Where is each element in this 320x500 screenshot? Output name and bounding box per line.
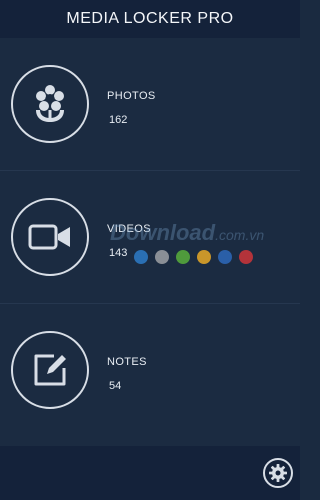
app-window: MEDIA LOCKER PRO PHOTOS 162 VIDEOS 143 N… [0, 0, 300, 500]
app-title: MEDIA LOCKER PRO [66, 10, 234, 27]
notes-label: NOTES [107, 356, 147, 368]
gear-icon [269, 464, 287, 482]
video-camera-icon [28, 224, 70, 250]
edit-note-icon [34, 354, 66, 386]
notes-count: 54 [109, 380, 122, 392]
photos-icon-button[interactable] [11, 65, 89, 143]
notes-icon-button[interactable] [11, 331, 89, 409]
videos-label: VIDEOS [107, 223, 151, 235]
photos-count: 162 [109, 114, 128, 126]
bottom-app-bar [0, 446, 300, 500]
videos-icon-button[interactable] [11, 198, 89, 276]
category-row-videos[interactable]: VIDEOS 143 [0, 171, 300, 304]
media-category-list: PHOTOS 162 VIDEOS 143 NOTES 54 [0, 38, 300, 446]
category-row-notes[interactable]: NOTES 54 [0, 304, 300, 437]
category-row-photos[interactable]: PHOTOS 162 [0, 38, 300, 171]
title-bar: MEDIA LOCKER PRO [0, 0, 300, 38]
flower-icon [36, 85, 64, 122]
videos-count: 143 [109, 247, 128, 259]
photos-label: PHOTOS [107, 90, 156, 102]
settings-button[interactable] [263, 458, 293, 488]
